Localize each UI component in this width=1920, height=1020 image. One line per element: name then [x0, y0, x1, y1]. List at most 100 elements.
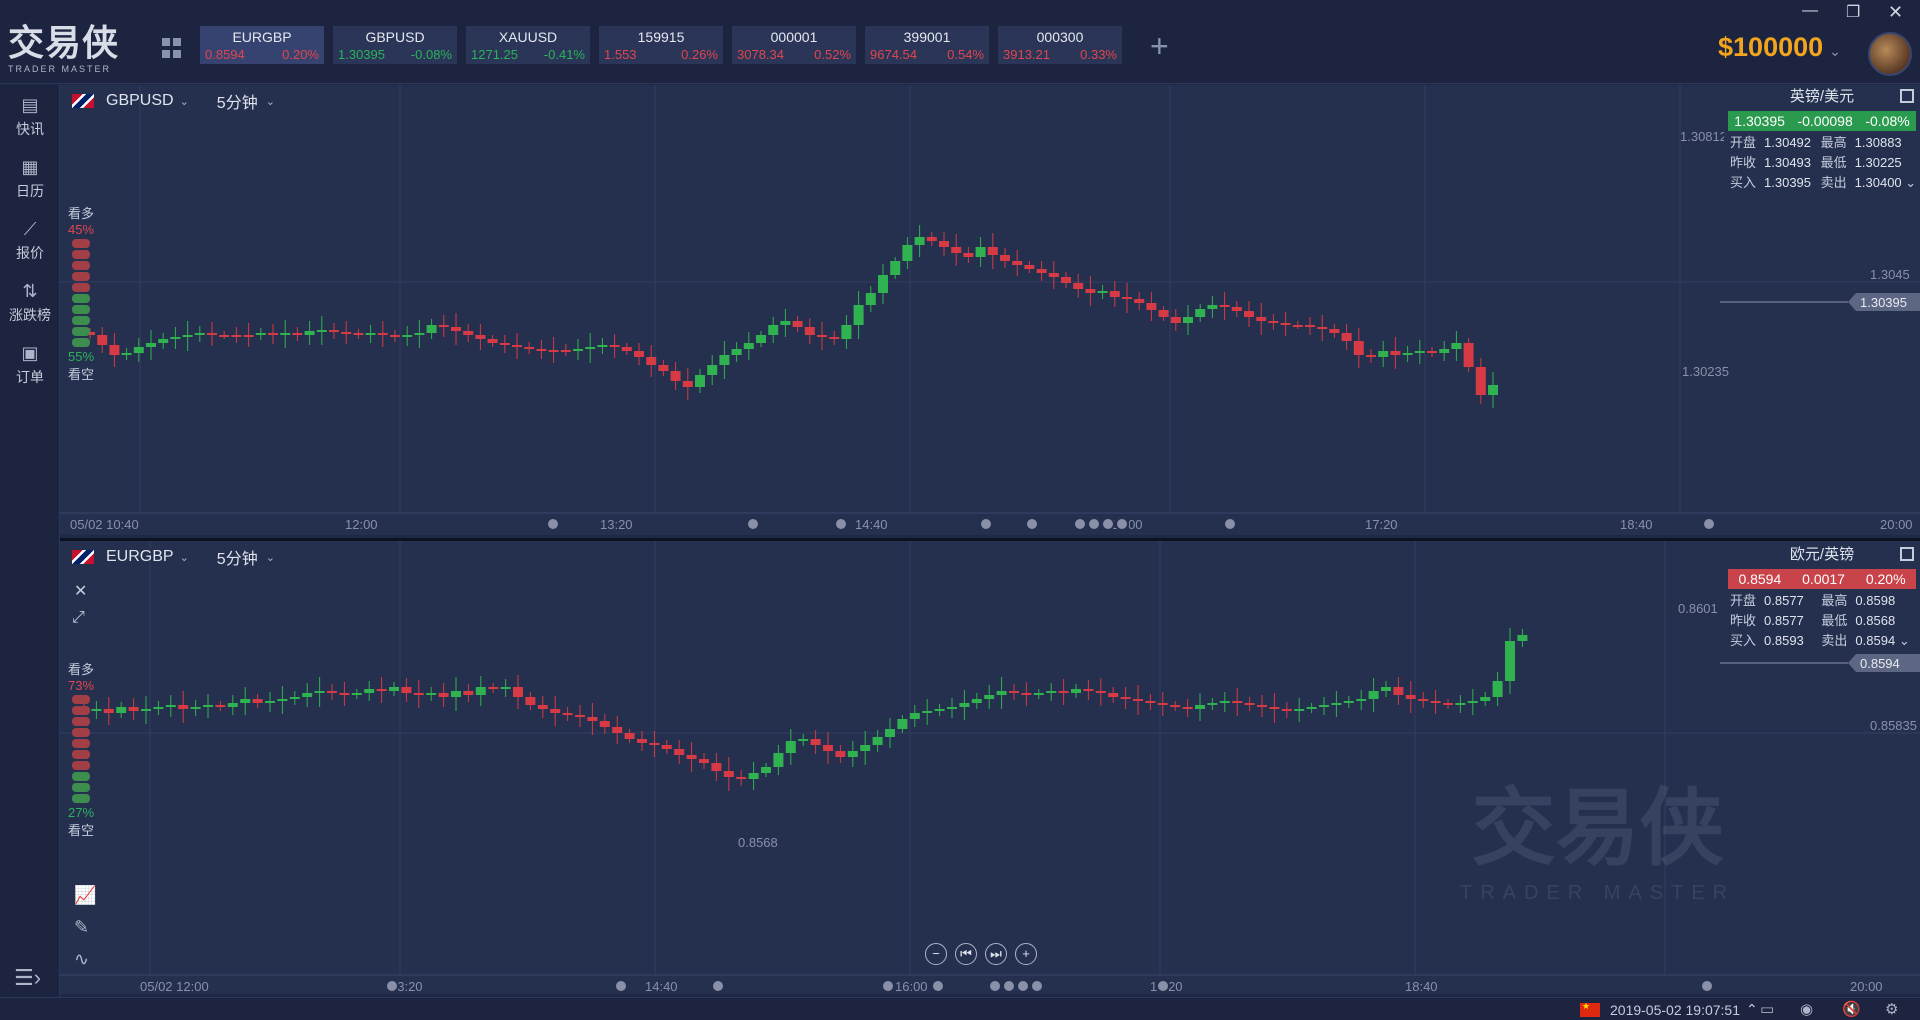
event-marker[interactable]	[1002, 979, 1016, 993]
minimize-icon[interactable]: —	[1802, 2, 1818, 20]
ticker-tab-eurgbp[interactable]: EURGBP 0.8594 0.20%	[200, 26, 324, 64]
menu-icon[interactable]: ☰›	[14, 965, 41, 991]
jump-start-icon[interactable]: ⏮	[955, 943, 977, 965]
event-marker[interactable]	[1073, 517, 1087, 531]
sentiment-segment	[72, 327, 90, 336]
event-marker[interactable]	[1223, 517, 1237, 531]
panel-menu-icon[interactable]	[1900, 89, 1914, 103]
settings-icon[interactable]: ⚙	[1885, 1000, 1898, 1018]
event-marker[interactable]	[881, 979, 895, 993]
sidebar-item-news[interactable]: ▤ 快讯	[0, 85, 60, 147]
ticker-tab-399001[interactable]: 399001 9674.54 0.54%	[865, 26, 989, 64]
avatar[interactable]	[1868, 32, 1912, 76]
candle-body	[252, 699, 263, 703]
close-panel-icon[interactable]: ✕	[74, 581, 87, 601]
chart-panel-gbpusd[interactable]: 05/02 10:4012:0013:2014:4016:0017:2018:4…	[60, 85, 1920, 535]
candle-body	[351, 693, 362, 695]
ticker-symbol: 399001	[903, 29, 951, 45]
drawing-tool-icon[interactable]: ✎	[74, 917, 89, 938]
event-marker[interactable]	[1156, 979, 1170, 993]
candle-body	[1207, 703, 1218, 705]
interval-select[interactable]: 5分钟	[217, 545, 258, 569]
symbol-select[interactable]: GBPUSD	[106, 92, 174, 110]
event-marker[interactable]	[1702, 517, 1716, 531]
event-marker[interactable]	[1025, 517, 1039, 531]
event-marker[interactable]	[988, 979, 1002, 993]
event-marker[interactable]	[931, 979, 945, 993]
restore-icon[interactable]: ❐	[1846, 2, 1860, 22]
sidebar-item-ranking[interactable]: ⇅ 涨跌榜	[0, 271, 60, 333]
candle-body	[674, 749, 685, 755]
ticker-tab-gbpusd[interactable]: GBPUSD 1.30395 -0.08%	[333, 26, 457, 64]
camera-icon[interactable]: ◉	[1800, 1000, 1813, 1018]
event-marker[interactable]	[1030, 979, 1044, 993]
event-marker[interactable]	[1016, 979, 1030, 993]
zoom-out-icon[interactable]: −	[925, 943, 947, 965]
chevron-down-icon[interactable]: ⌄	[266, 551, 275, 564]
ticker-tab-xauusd[interactable]: XAUUSD 1271.25 -0.41%	[466, 26, 590, 64]
chevron-down-icon[interactable]: ⌄	[180, 551, 189, 564]
candle-body	[695, 375, 705, 387]
event-marker[interactable]	[1101, 517, 1115, 531]
status-bar: 2019-05-02 19:07:51 ⌃ ▭ ◉ 🔇 ⚙	[0, 997, 1920, 1020]
chart-panel-eurgbp[interactable]: 05/02 12:0013:2014:4016:0017:2018:4020:0…	[60, 538, 1920, 994]
candle-body	[761, 767, 771, 773]
event-marker[interactable]	[614, 979, 628, 993]
expand-icon[interactable]: ⤢	[72, 609, 85, 627]
chevron-down-icon[interactable]: ⌄	[266, 95, 275, 108]
event-marker[interactable]	[1087, 517, 1101, 531]
indicator-icon[interactable]: 📈	[74, 885, 96, 906]
interval-select[interactable]: 5分钟	[217, 89, 258, 113]
candle-body	[1182, 707, 1193, 709]
event-marker[interactable]	[746, 517, 760, 531]
event-marker[interactable]	[546, 517, 560, 531]
jump-end-icon[interactable]: ⏭	[985, 943, 1007, 965]
grid-menu-icon[interactable]	[162, 38, 182, 58]
close-icon[interactable]: ✕	[1888, 2, 1903, 23]
panel-header: GBPUSD ⌄ 5分钟 ⌄	[72, 89, 303, 113]
account-balance[interactable]: $100000 ⌄	[1718, 32, 1841, 63]
candle-body	[376, 689, 387, 691]
bear-percent: 27%	[67, 805, 95, 820]
candle-body	[116, 707, 127, 713]
panel-menu-icon[interactable]	[1900, 547, 1914, 561]
candle-body	[390, 335, 400, 337]
window-icon[interactable]: ▭	[1760, 1000, 1774, 1018]
ticker-symbol: GBPUSD	[365, 29, 425, 45]
event-marker[interactable]	[1115, 517, 1129, 531]
event-marker[interactable]	[1700, 979, 1714, 993]
price-change-pct: -0.08%	[1865, 113, 1910, 129]
sidebar-item-order[interactable]: ▣ 订单	[0, 333, 60, 395]
zoom-in-icon[interactable]: +	[1015, 943, 1037, 965]
candle-body	[597, 345, 608, 347]
ticker-change: 0.26%	[681, 47, 718, 62]
ticker-tab-000001[interactable]: 000001 3078.34 0.52%	[732, 26, 856, 64]
candle-body	[1443, 703, 1453, 705]
clock[interactable]: 2019-05-02 19:07:51 ⌃	[1580, 1001, 1758, 1018]
candle-body	[207, 333, 217, 335]
wave-icon[interactable]: ∿	[74, 949, 89, 970]
candle-body	[524, 347, 535, 349]
ticker-tab-000300[interactable]: 000300 3913.21 0.33%	[998, 26, 1122, 64]
event-marker[interactable]	[711, 979, 725, 993]
sidebar-item-calendar[interactable]: ▦ 日历	[0, 147, 60, 209]
candle-body	[1244, 311, 1254, 317]
chevron-down-icon[interactable]: ⌄	[180, 95, 189, 108]
candle-body	[1109, 291, 1120, 297]
ticker-tab-159915[interactable]: 159915 1.553 0.26%	[599, 26, 723, 64]
candle-body	[1393, 687, 1404, 695]
candle-body	[585, 347, 596, 349]
symbol-select[interactable]: EURGBP	[106, 548, 174, 566]
mute-icon[interactable]: 🔇	[1842, 1000, 1861, 1018]
candle-body	[265, 701, 275, 703]
sentiment-bar	[72, 695, 90, 803]
sidebar-item-quote[interactable]: ⟋ 报价	[0, 209, 60, 271]
add-ticker-icon[interactable]: +	[1150, 28, 1169, 65]
candlestick-chart[interactable]: 05/02 10:4012:0013:2014:4016:0017:2018:4…	[60, 85, 1920, 535]
event-marker[interactable]	[385, 979, 399, 993]
event-marker[interactable]	[834, 517, 848, 531]
sentiment-segment	[72, 239, 90, 248]
price-badge: 0.8594 0.0017 0.20%	[1728, 569, 1916, 589]
candle-body	[711, 763, 722, 771]
event-marker[interactable]	[979, 517, 993, 531]
